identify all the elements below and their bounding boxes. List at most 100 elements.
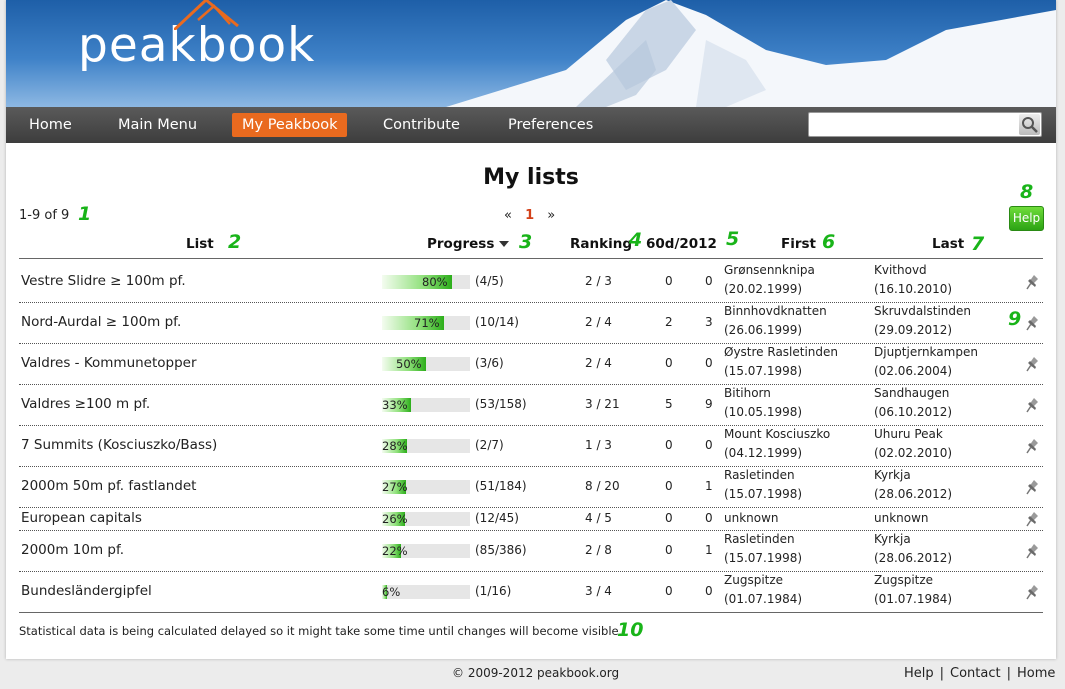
nav-my-peakbook[interactable]: My Peakbook: [232, 113, 348, 137]
footer-sep: |: [939, 666, 945, 681]
pin-icon[interactable]: [1023, 583, 1039, 601]
col-header-60d-2012[interactable]: 60d/2012: [646, 236, 717, 252]
last-peak-date: (02.06.2004): [874, 364, 953, 378]
progress-fraction: (3/6): [475, 355, 504, 370]
search-input[interactable]: [809, 113, 1017, 135]
nav-contribute[interactable]: Contribute: [373, 113, 470, 137]
stat-2012: 1: [705, 478, 713, 493]
first-peak-name[interactable]: Binnhovdknatten: [724, 304, 827, 318]
progress-fraction: (4/5): [475, 273, 504, 288]
pin-icon[interactable]: [1023, 355, 1039, 373]
nav-main-menu[interactable]: Main Menu: [108, 113, 207, 137]
pin-icon[interactable]: [1023, 510, 1039, 528]
first-peak-date: (15.07.1998): [724, 364, 803, 378]
progress-fraction: (51/184): [475, 478, 527, 493]
ranking-value: 4 / 5: [585, 510, 612, 525]
stat-2012: 0: [705, 437, 713, 452]
pager-current[interactable]: 1: [525, 208, 534, 223]
progress-bar: 27%: [382, 479, 470, 494]
progress-fraction: (1/16): [475, 583, 512, 598]
first-peak-date: (26.06.1999): [724, 323, 803, 337]
footer-link-contact[interactable]: Contact: [950, 666, 1001, 681]
pin-icon[interactable]: [1023, 478, 1039, 496]
last-peak-date: (28.06.2012): [874, 551, 953, 565]
last-peak-name[interactable]: Kvithovd: [874, 263, 927, 277]
list-name-link[interactable]: European capitals: [21, 510, 142, 526]
last-peak-name[interactable]: Sandhaugen: [874, 386, 949, 400]
footer-links: Help | Contact | Home: [904, 666, 1055, 681]
stat-60d: 0: [665, 273, 673, 288]
pagination: « 1 »: [504, 208, 555, 223]
last-peak-name[interactable]: Kyrkja: [874, 532, 911, 546]
first-peak-date: (20.02.1999): [724, 282, 803, 296]
progress-fraction: (85/386): [475, 542, 527, 557]
stat-60d: 0: [665, 478, 673, 493]
pin-icon[interactable]: [1023, 273, 1039, 291]
sort-desc-icon: [499, 241, 510, 247]
pin-icon[interactable]: [1023, 314, 1039, 332]
stat-2012: 1: [705, 542, 713, 557]
list-name-link[interactable]: Valdres ≥100 m pf.: [21, 396, 150, 412]
list-name-link[interactable]: Valdres - Kommunetopper: [21, 355, 197, 371]
search-button[interactable]: [1019, 114, 1040, 135]
progress-bar: 50%: [382, 356, 470, 371]
last-peak-name[interactable]: Zugspitze: [874, 573, 933, 587]
footer-sep: |: [1006, 666, 1011, 681]
last-peak-name[interactable]: Djuptjernkampen: [874, 345, 978, 359]
col-header-progress[interactable]: Progress: [427, 236, 510, 252]
last-peak-date: (02.02.2010): [874, 446, 953, 460]
nav-preferences[interactable]: Preferences: [498, 113, 603, 137]
first-peak-name[interactable]: Grønsennknipa: [724, 263, 815, 277]
first-peak-name[interactable]: Bitihorn: [724, 386, 771, 400]
peakbook-logo[interactable]: peakbook: [78, 0, 315, 73]
footer-link-home[interactable]: Home: [1017, 666, 1055, 681]
last-peak-name[interactable]: Kyrkja: [874, 468, 911, 482]
row-divider: [19, 507, 1043, 508]
stat-2012: 0: [705, 355, 713, 370]
help-button[interactable]: Help: [1009, 206, 1044, 231]
col-header-ranking[interactable]: Ranking: [570, 236, 632, 252]
row-divider: [19, 571, 1043, 572]
first-peak-name[interactable]: Rasletinden: [724, 532, 795, 546]
annotation-9: 9: [1008, 308, 1022, 330]
col-header-first[interactable]: First: [781, 236, 816, 252]
ranking-value: 2 / 4: [585, 355, 612, 370]
nav-home[interactable]: Home: [19, 113, 82, 137]
list-name-link[interactable]: Vestre Slidre ≥ 100m pf.: [21, 273, 186, 289]
list-name-link[interactable]: Nord-Aurdal ≥ 100m pf.: [21, 314, 181, 330]
progress-percent: 71%: [414, 315, 440, 330]
result-count: 1-9 of 9: [19, 208, 70, 223]
last-peak-date: (28.06.2012): [874, 487, 953, 501]
list-name-link[interactable]: 2000m 10m pf.: [21, 542, 124, 558]
last-peak-name[interactable]: Skruvdalstinden: [874, 304, 971, 318]
footer-link-help[interactable]: Help: [904, 666, 934, 681]
progress-percent: 80%: [422, 274, 448, 289]
progress-percent: 22%: [382, 543, 408, 558]
pager-next[interactable]: »: [547, 208, 555, 223]
progress-percent: 6%: [382, 584, 401, 599]
search-box[interactable]: [808, 112, 1042, 137]
first-peak-name[interactable]: Mount Kosciuszko: [724, 427, 830, 441]
col-header-last[interactable]: Last: [932, 236, 964, 252]
annotation-6: 6: [822, 231, 836, 253]
last-peak-name[interactable]: Uhuru Peak: [874, 427, 943, 441]
list-name-link[interactable]: 2000m 50m pf. fastlandet: [21, 478, 196, 494]
pin-icon[interactable]: [1023, 542, 1039, 560]
ranking-value: 2 / 3: [585, 273, 612, 288]
progress-fraction: (53/158): [475, 396, 527, 411]
stat-60d: 0: [665, 355, 673, 370]
list-name-link[interactable]: 7 Summits (Kosciuszko/Bass): [21, 437, 217, 453]
stats-note: Statistical data is being calculated del…: [19, 624, 623, 638]
first-peak-name[interactable]: Zugspitze: [724, 573, 783, 587]
first-peak-name: unknown: [724, 510, 779, 525]
pin-icon[interactable]: [1023, 437, 1039, 455]
pager-prev[interactable]: «: [504, 208, 512, 223]
col-header-list[interactable]: List: [186, 236, 214, 252]
list-name-link[interactable]: Bundesländergipfel: [21, 583, 152, 599]
search-icon: [1022, 117, 1038, 133]
first-peak-date: (15.07.1998): [724, 487, 803, 501]
first-peak-name[interactable]: Øystre Rasletinden: [724, 345, 838, 359]
stat-60d: 0: [665, 510, 673, 525]
pin-icon[interactable]: [1023, 396, 1039, 414]
first-peak-name[interactable]: Rasletinden: [724, 468, 795, 482]
